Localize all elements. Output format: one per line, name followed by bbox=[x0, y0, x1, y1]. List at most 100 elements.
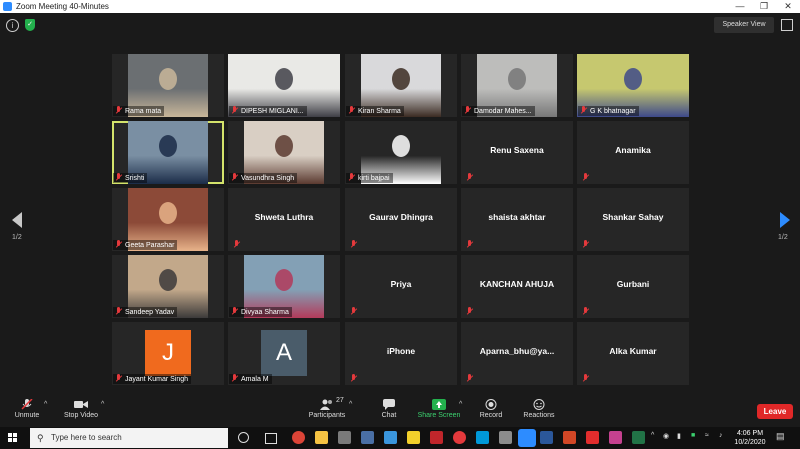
stop-video-button[interactable]: Stop Video bbox=[56, 397, 106, 425]
smiley-reaction-icon bbox=[533, 399, 545, 410]
snipping-tool-icon[interactable] bbox=[476, 431, 489, 444]
leave-button[interactable]: Leave bbox=[757, 404, 793, 419]
close-icon[interactable]: ✕ bbox=[776, 0, 800, 13]
participant-tile[interactable]: A Amala M bbox=[228, 322, 340, 385]
share-screen-button[interactable]: Share Screen bbox=[414, 397, 464, 425]
participants-options-caret-icon[interactable]: ^ bbox=[349, 401, 352, 408]
tray-battery-icon[interactable]: ▮ bbox=[677, 432, 681, 440]
reactions-label: Reactions bbox=[523, 412, 555, 419]
participant-tile[interactable]: Geeta Parashar bbox=[112, 188, 224, 251]
next-page-arrow-icon[interactable] bbox=[780, 212, 790, 228]
security-shield-icon[interactable]: ✓ bbox=[25, 19, 35, 31]
participant-tile[interactable]: Alka Kumar bbox=[577, 322, 689, 385]
fullscreen-icon[interactable] bbox=[781, 19, 793, 31]
participant-tile[interactable]: Gaurav Dhingra bbox=[345, 188, 457, 251]
participant-tile[interactable]: Shankar Sahay bbox=[577, 188, 689, 251]
clock-date: 10/2/2020 bbox=[734, 439, 766, 446]
reactions-button[interactable]: Reactions bbox=[514, 397, 564, 425]
chat-button[interactable]: Chat bbox=[364, 397, 414, 425]
participant-tile[interactable]: Aparna_bhu@ya... bbox=[461, 322, 573, 385]
participant-label: Srishti bbox=[113, 173, 148, 183]
tray-green-app-icon[interactable]: ■ bbox=[691, 432, 695, 439]
task-view-icon[interactable] bbox=[265, 433, 277, 444]
minimize-icon[interactable]: — bbox=[728, 0, 752, 13]
word-icon[interactable] bbox=[540, 431, 553, 444]
page-indicator-right: 1/2 bbox=[778, 234, 788, 241]
powerpoint-icon[interactable] bbox=[563, 431, 576, 444]
muted-microphone-icon bbox=[350, 374, 357, 382]
photos-icon[interactable] bbox=[384, 431, 397, 444]
previous-page-arrow-icon[interactable] bbox=[12, 212, 22, 228]
muted-microphone-icon bbox=[582, 240, 589, 248]
participant-label: Kiran Sharma bbox=[346, 106, 404, 116]
tray-app-icon[interactable]: ◉ bbox=[663, 432, 669, 440]
calculator-icon[interactable] bbox=[361, 431, 374, 444]
muted-microphone-icon bbox=[115, 106, 122, 114]
volume-icon[interactable]: ♪ bbox=[719, 432, 723, 439]
participant-silhouette bbox=[624, 68, 642, 90]
tray-overflow-caret-icon[interactable]: ^ bbox=[651, 432, 654, 439]
winrar-icon[interactable] bbox=[430, 431, 443, 444]
participant-tile[interactable]: Gurbani bbox=[577, 255, 689, 318]
participant-name: Vasundhra Singh bbox=[241, 175, 295, 182]
participant-name: Shweta Luthra bbox=[254, 212, 314, 222]
participant-tile[interactable]: Damodar Mahes... bbox=[461, 54, 573, 117]
chrome-icon[interactable] bbox=[292, 431, 305, 444]
acrobat-icon[interactable] bbox=[586, 431, 599, 444]
muted-microphone-icon bbox=[231, 307, 238, 315]
chat-label: Chat bbox=[381, 412, 397, 419]
participant-tile[interactable]: Sandeep Yadav bbox=[112, 255, 224, 318]
participant-name: DIPESH MIGLANI... bbox=[241, 108, 304, 115]
participant-tile[interactable]: Shweta Luthra bbox=[228, 188, 340, 251]
participant-tile[interactable]: Vasundhra Singh bbox=[228, 121, 340, 184]
muted-microphone-icon bbox=[115, 374, 122, 382]
participant-tile[interactable]: J Jayant Kumar Singh bbox=[112, 322, 224, 385]
participant-tile[interactable]: Priya bbox=[345, 255, 457, 318]
speaker-view-button[interactable]: Speaker View bbox=[714, 17, 774, 33]
windows-start-icon[interactable] bbox=[8, 433, 18, 443]
paint-icon[interactable] bbox=[609, 431, 622, 444]
taskbar-search-box[interactable]: ⚲ Type here to search bbox=[30, 428, 228, 448]
participant-label: Divyaa Sharma bbox=[229, 307, 292, 317]
participant-tile[interactable]: G K bhatnagar bbox=[577, 54, 689, 117]
taskbar-clock[interactable]: 4:06 PM 10/2/2020 bbox=[733, 429, 767, 447]
participant-tile[interactable]: Renu Saxena bbox=[461, 121, 573, 184]
file-explorer-icon[interactable] bbox=[315, 431, 328, 444]
participants-button[interactable]: Participants bbox=[302, 397, 352, 425]
participant-tile[interactable]: Rama mata bbox=[112, 54, 224, 117]
sticky-notes-icon[interactable] bbox=[407, 431, 420, 444]
muted-microphone-icon bbox=[582, 374, 589, 382]
notifications-icon[interactable]: ▤ bbox=[776, 431, 785, 442]
participant-tile[interactable]: DIPESH MIGLANI... bbox=[228, 54, 340, 117]
muted-microphone-icon bbox=[115, 173, 122, 181]
info-icon[interactable]: i bbox=[6, 19, 19, 32]
participant-tile[interactable]: Srishti bbox=[112, 121, 224, 184]
record-label: Record bbox=[479, 412, 503, 419]
muted-microphone-icon bbox=[580, 106, 587, 114]
participant-tile[interactable]: shaista akhtar bbox=[461, 188, 573, 251]
zoom-taskbar-icon[interactable] bbox=[518, 429, 536, 447]
excel-icon[interactable] bbox=[632, 431, 645, 444]
muted-microphone-icon bbox=[466, 307, 473, 315]
participant-name: Renu Saxena bbox=[490, 145, 544, 155]
participant-tile[interactable]: KANCHAN AHUJA bbox=[461, 255, 573, 318]
participant-avatar: J bbox=[145, 330, 191, 376]
participant-silhouette bbox=[159, 68, 177, 90]
opera-icon[interactable] bbox=[453, 431, 466, 444]
record-button[interactable]: Record bbox=[466, 397, 516, 425]
maximize-icon[interactable]: ❐ bbox=[752, 0, 776, 13]
video-options-caret-icon[interactable]: ^ bbox=[101, 401, 104, 408]
participant-tile[interactable]: kirti bajpai bbox=[345, 121, 457, 184]
participant-tile[interactable]: Kiran Sharma bbox=[345, 54, 457, 117]
cortana-icon[interactable] bbox=[238, 432, 249, 443]
audio-options-caret-icon[interactable]: ^ bbox=[44, 401, 47, 408]
participant-silhouette bbox=[275, 269, 293, 291]
share-options-caret-icon[interactable]: ^ bbox=[459, 401, 462, 408]
wifi-icon[interactable]: ≈ bbox=[705, 432, 709, 439]
muted-microphone-icon bbox=[350, 240, 357, 248]
store-icon[interactable] bbox=[338, 431, 351, 444]
screenshot-tool-icon[interactable] bbox=[499, 431, 512, 444]
participant-tile[interactable]: iPhone bbox=[345, 322, 457, 385]
participant-tile[interactable]: Divyaa Sharma bbox=[228, 255, 340, 318]
participant-tile[interactable]: Anamika bbox=[577, 121, 689, 184]
